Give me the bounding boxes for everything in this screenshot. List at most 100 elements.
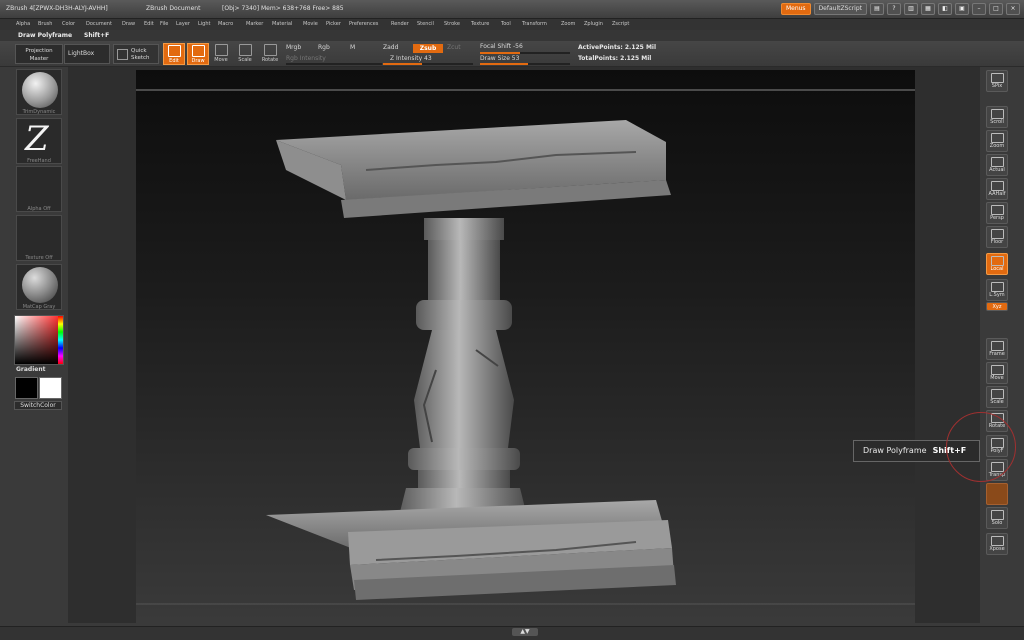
color-picker[interactable]: [14, 315, 64, 365]
switch-color-button[interactable]: SwitchColor: [14, 401, 62, 410]
menu-movie[interactable]: Movie: [303, 21, 318, 27]
shelf-solo-button[interactable]: Solo: [986, 507, 1008, 529]
menu-brush[interactable]: Brush: [38, 21, 52, 27]
menu-tool[interactable]: Tool: [501, 21, 511, 27]
menu-bar: Alpha Brush Color Document Draw Edit File Layer…: [0, 19, 1024, 30]
hue-bar[interactable]: [58, 316, 63, 364]
menu-color[interactable]: Color: [62, 21, 75, 27]
quick-sketch-button[interactable]: Quick Sketch: [113, 44, 159, 64]
shelf-frame-button[interactable]: Frame: [986, 338, 1008, 360]
menu-render[interactable]: Render: [391, 21, 409, 27]
ghost-button[interactable]: [986, 483, 1008, 505]
shelf-move-button[interactable]: Move: [986, 362, 1008, 384]
stroke-slot[interactable]: Z FreeHand: [16, 118, 62, 164]
secondary-color-swatch[interactable]: [39, 377, 62, 399]
tray-toggle-icon[interactable]: ▲▼: [512, 628, 538, 636]
shelf-zoom-button[interactable]: Zoom: [986, 130, 1008, 152]
material-slot[interactable]: MatCap Gray: [16, 264, 62, 310]
scale-icon: [990, 389, 1004, 399]
app-title: ZBrush 4[ZPWX-DH3H-ALYJ-AVHH]: [6, 5, 108, 12]
default-zscript-button[interactable]: DefaultZScript: [813, 3, 867, 15]
local-icon: [990, 256, 1004, 266]
menu-stroke[interactable]: Stroke: [444, 21, 460, 27]
menu-light[interactable]: Light: [198, 21, 210, 27]
shelf-actual-button[interactable]: Actual: [986, 154, 1008, 176]
menu-alpha[interactable]: Alpha: [16, 21, 30, 27]
menu-document[interactable]: Document: [86, 21, 112, 27]
layout2-icon[interactable]: ▦: [921, 3, 935, 15]
m-button[interactable]: M: [350, 44, 355, 51]
close-icon[interactable]: ×: [1006, 3, 1020, 15]
z-intensity-label: Z Intensity 43: [390, 55, 432, 62]
shelf-scale-button[interactable]: Scale: [986, 386, 1008, 408]
shelf-xpose-button[interactable]: Xpose: [986, 533, 1008, 555]
spix-icon: [990, 73, 1004, 83]
edit-label: Edit: [169, 58, 179, 64]
help-icon[interactable]: ?: [887, 3, 901, 15]
menu-picker[interactable]: Picker: [326, 21, 341, 27]
zcut-button[interactable]: Zcut: [447, 44, 461, 51]
maximize-icon[interactable]: □: [989, 3, 1003, 15]
lsym-icon: [990, 282, 1004, 292]
xpose-icon: [990, 536, 1004, 546]
save-icon[interactable]: ▣: [955, 3, 969, 15]
document-canvas[interactable]: [136, 70, 915, 624]
brush-slot[interactable]: TrimDynamic: [16, 69, 62, 115]
menu-preferences[interactable]: Preferences: [349, 21, 378, 27]
projection-label: Projection: [25, 48, 53, 54]
alpha-slot[interactable]: Alpha Off: [16, 166, 62, 212]
draw-size-slider[interactable]: [480, 63, 570, 65]
draw-button[interactable]: Draw: [187, 43, 209, 65]
menu-zscript[interactable]: Zscript: [612, 21, 629, 27]
gradient-button[interactable]: Gradient: [16, 366, 46, 373]
projection-master-button[interactable]: Projection Master: [15, 44, 63, 64]
menu-zoom[interactable]: Zoom: [561, 21, 575, 27]
menu-zplugin[interactable]: Zplugin: [584, 21, 603, 27]
zadd-button[interactable]: Zadd: [383, 44, 398, 51]
menu-stencil[interactable]: Stencil: [417, 21, 434, 27]
menu-texture[interactable]: Texture: [471, 21, 489, 27]
rotate-button[interactable]: Rotate: [259, 43, 281, 65]
lightbox-button[interactable]: LightBox: [64, 44, 110, 64]
move-button[interactable]: Move: [210, 43, 232, 65]
menu-material[interactable]: Material: [272, 21, 292, 27]
menu-file[interactable]: File: [160, 21, 168, 27]
shelf-floor-button[interactable]: Floor: [986, 226, 1008, 248]
rgb-button[interactable]: Rgb: [318, 44, 330, 51]
edit-button[interactable]: Edit: [163, 43, 185, 65]
shelf-local-button[interactable]: Local: [986, 253, 1008, 275]
menu-marker[interactable]: Marker: [246, 21, 263, 27]
menu-draw[interactable]: Draw: [122, 21, 135, 27]
shelf-label: Zoom: [989, 143, 1005, 149]
menus-button[interactable]: Menus: [780, 3, 811, 15]
z-intensity-slider[interactable]: [383, 63, 473, 65]
xyz-symmetry-button[interactable]: Xyz: [986, 302, 1008, 311]
shelf-aahalf-button[interactable]: AAHalf: [986, 178, 1008, 200]
primary-color-swatch[interactable]: [15, 377, 38, 399]
layout-icon[interactable]: ▥: [904, 3, 918, 15]
shelf-label: L.Sym: [989, 292, 1005, 298]
quick-sketch-icon: [117, 49, 128, 60]
focal-shift-slider[interactable]: [480, 52, 570, 54]
zsub-button[interactable]: Zsub: [413, 44, 443, 53]
minimize-icon[interactable]: –: [972, 3, 986, 15]
rotate-label: Rotate: [261, 57, 279, 63]
focal-shift-fill: [480, 52, 520, 54]
master-label: Master: [29, 56, 49, 62]
menu-layer[interactable]: Layer: [176, 21, 190, 27]
menu-edit[interactable]: Edit: [144, 21, 154, 27]
palette-icon[interactable]: ▤: [870, 3, 884, 15]
shelf-label: SPix: [991, 83, 1003, 89]
mrgb-button[interactable]: Mrgb: [286, 44, 301, 51]
shelf-lsym-button[interactable]: L.Sym: [986, 279, 1008, 301]
scale-icon: [238, 44, 252, 56]
scale-button[interactable]: Scale: [234, 43, 256, 65]
menu-macro[interactable]: Macro: [218, 21, 233, 27]
menu-transform[interactable]: Transform: [522, 21, 547, 27]
color-scheme-icon[interactable]: ◧: [938, 3, 952, 15]
texture-slot[interactable]: Texture Off: [16, 215, 62, 261]
shelf-spix-button[interactable]: SPix: [986, 70, 1008, 92]
shelf-scroll-button[interactable]: Scroll: [986, 106, 1008, 128]
rgb-intensity-slider[interactable]: [286, 63, 382, 65]
shelf-persp-button[interactable]: Persp: [986, 202, 1008, 224]
